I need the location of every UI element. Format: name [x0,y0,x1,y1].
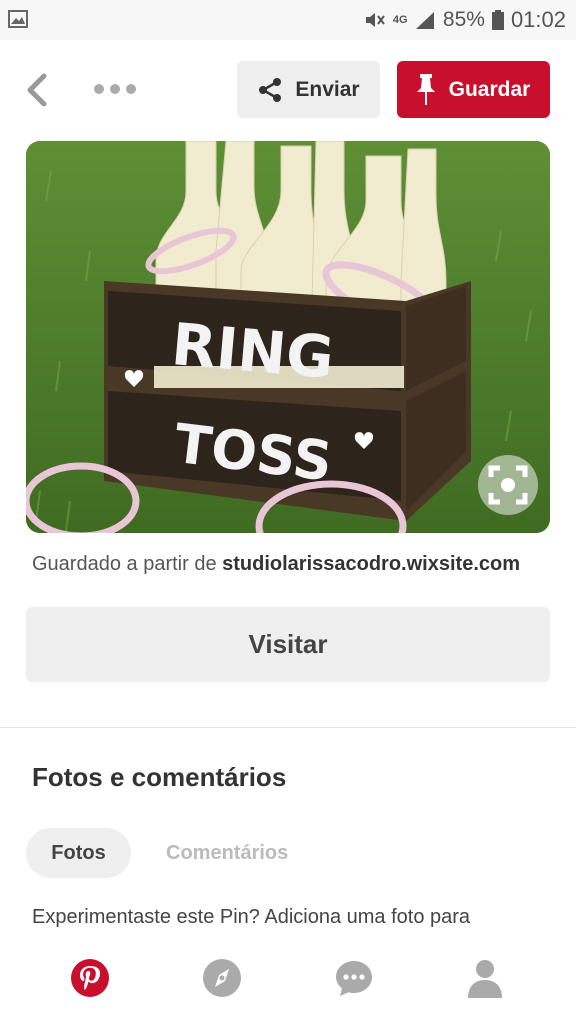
gallery-notification-icon [8,10,28,28]
pin-source: Guardado a partir de studiolarissacodro.… [32,553,520,576]
battery-percent: 85% [442,8,485,31]
pin-toolbar: Enviar Guardar [0,40,576,140]
explore-compass-icon [203,959,241,997]
network-type: 4G [392,13,408,26]
photos-comments-title: Fotos e comentários [32,762,287,792]
status-bar: 4G 85% 01:02 [0,0,576,40]
image-text-ring: RING [169,310,337,392]
bottom-navigation [0,936,576,1024]
tab-photos-label: Fotos [51,841,106,864]
visit-button[interactable]: Visitar [26,607,550,682]
add-photo-prompt: Experimentaste este Pin? Adiciona uma fo… [32,906,471,928]
section-divider [0,727,576,728]
visual-search-icon[interactable] [478,455,538,515]
more-options-icon[interactable] [94,82,138,96]
pinterest-home-icon [71,959,109,997]
send-button[interactable]: Enviar [237,61,380,118]
clock: 01:02 [510,7,566,32]
mute-icon [365,13,385,27]
profile-icon [468,960,502,998]
nav-explore[interactable] [200,956,244,1000]
pushpin-icon [416,73,435,105]
pin-image[interactable]: RING TOSS [26,141,550,533]
back-arrow-icon[interactable] [22,72,52,108]
source-domain-link[interactable]: studiolarissacodro.wixsite.com [222,553,520,575]
messages-icon [336,961,372,996]
nav-profile[interactable] [463,956,507,1000]
save-label: Guardar [448,77,531,101]
tab-comments-label: Comentários [166,841,289,864]
signal-icon [415,12,434,29]
nav-messages[interactable] [332,956,376,1000]
send-label: Enviar [295,77,360,101]
tab-comments[interactable]: Comentários [166,828,288,878]
save-button[interactable]: Guardar [397,61,550,118]
share-icon [259,77,282,102]
tab-photos[interactable]: Fotos [26,828,131,878]
ring-toss-photo: RING TOSS [26,141,550,533]
source-prefix: Guardado a partir de [32,553,217,575]
nav-home[interactable] [68,956,112,1000]
visit-label: Visitar [248,629,328,659]
battery-icon [491,10,504,30]
